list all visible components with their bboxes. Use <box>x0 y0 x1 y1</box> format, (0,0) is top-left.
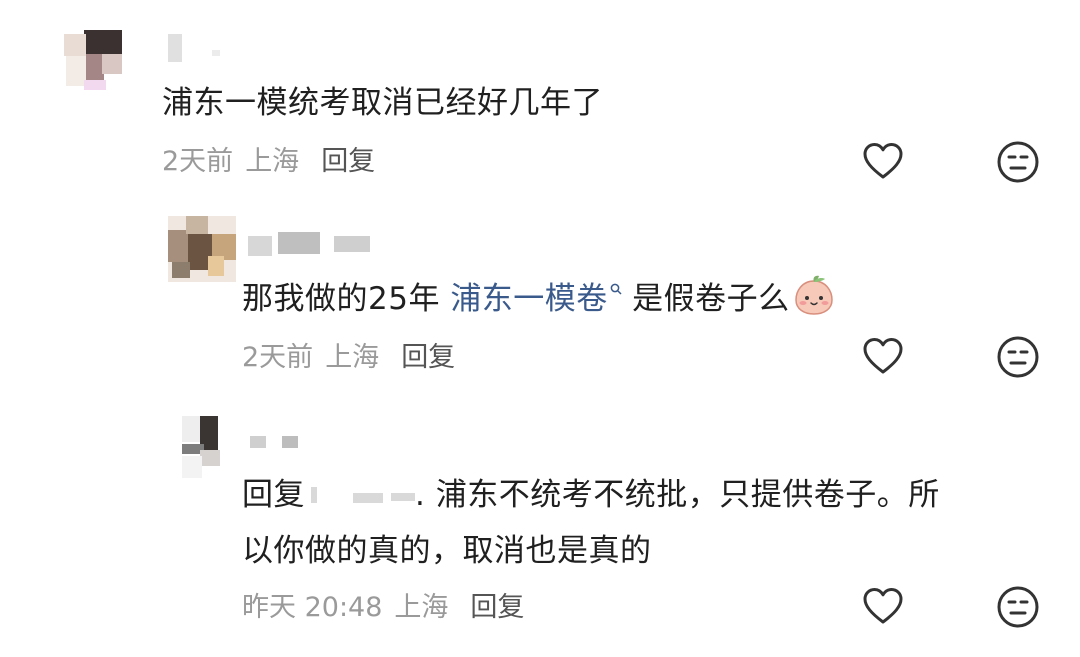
mention-blurred[interactable] <box>305 479 415 509</box>
comment-time: 昨天 20:48 <box>242 592 383 623</box>
comment-text: 以你做的真的，取消也是真的 <box>242 533 652 569</box>
comment-text-part: 那我做的25年 <box>242 281 451 317</box>
avatar[interactable] <box>182 416 236 480</box>
comment-text-part: 是假卷子么 <box>621 281 790 317</box>
heart-outline-icon[interactable] <box>861 585 905 629</box>
comment-meta: 昨天 20:48 上海 回复 <box>242 588 524 628</box>
comment-meta: 2天前 上海 回复 <box>162 142 375 182</box>
comment-location: 上海 <box>245 146 300 177</box>
neutral-face-icon[interactable] <box>996 140 1040 184</box>
username-blurred[interactable] <box>160 34 230 64</box>
avatar[interactable] <box>168 216 236 282</box>
peach-face-emoji <box>794 275 833 315</box>
comment-text: 回复 . 浦东不统考不统批，只提供卷子。所 <box>242 466 940 524</box>
comment-text: 浦东一模统考取消已经好几年了 <box>162 85 603 121</box>
avatar[interactable] <box>64 30 122 90</box>
heart-outline-icon[interactable] <box>861 140 905 184</box>
comment-time: 2天前 <box>162 146 234 177</box>
search-icon <box>610 283 622 295</box>
comment-text-part: . 浦东不统考不统批，只提供卷子。所 <box>415 477 940 513</box>
search-link[interactable]: 浦东一模卷 <box>450 281 608 317</box>
comment-location: 上海 <box>394 592 449 623</box>
comment-location: 上海 <box>325 342 380 373</box>
username-blurred[interactable] <box>248 432 308 452</box>
neutral-face-icon[interactable] <box>996 335 1040 379</box>
reply-button[interactable]: 回复 <box>321 146 375 177</box>
reply-prefix: 回复 <box>242 477 305 513</box>
reply-button[interactable]: 回复 <box>470 592 524 623</box>
comment-text: 那我做的25年 浦东一模卷 是假卷子么 <box>242 270 836 328</box>
heart-outline-icon[interactable] <box>861 335 905 379</box>
reply-button[interactable]: 回复 <box>401 342 455 373</box>
neutral-face-icon[interactable] <box>996 585 1040 629</box>
username-blurred[interactable] <box>248 232 378 256</box>
comment-time: 2天前 <box>242 342 314 373</box>
comment-meta: 2天前 上海 回复 <box>242 338 455 378</box>
